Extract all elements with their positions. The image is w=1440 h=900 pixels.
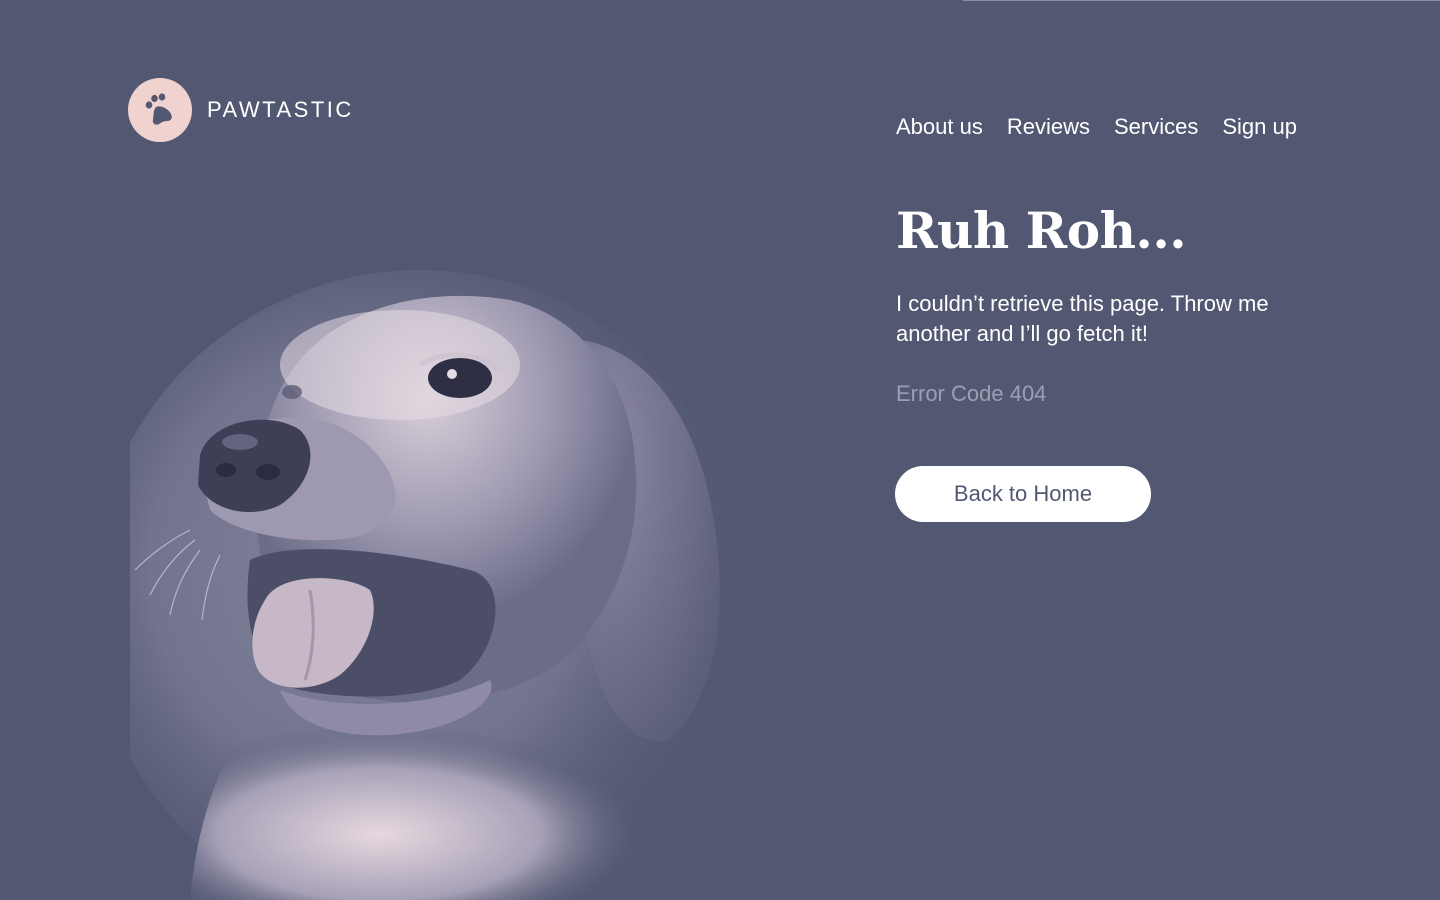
paw-icon — [145, 93, 172, 125]
top-divider — [963, 0, 1440, 1]
nav-sign-up[interactable]: Sign up — [1222, 113, 1297, 141]
error-heading: Ruh Roh... — [896, 201, 1187, 260]
back-to-home-button[interactable]: Back to Home — [895, 466, 1151, 522]
main-nav: About us Reviews Services Sign up — [896, 113, 1297, 141]
error-code: Error Code 404 — [896, 381, 1047, 406]
brand-name: PAWTASTIC — [207, 97, 354, 122]
brand-logo-link[interactable]: PAWTASTIC — [128, 78, 354, 142]
error-page: PAWTASTIC About us Reviews Services Sign… — [0, 0, 1440, 900]
error-message: I couldn’t retrieve this page. Throw me … — [896, 291, 1269, 346]
dog-photo — [130, 270, 750, 900]
nav-about-us[interactable]: About us — [896, 113, 983, 141]
logo-badge — [128, 78, 192, 142]
nav-reviews[interactable]: Reviews — [1007, 113, 1090, 141]
nav-services[interactable]: Services — [1114, 113, 1198, 141]
